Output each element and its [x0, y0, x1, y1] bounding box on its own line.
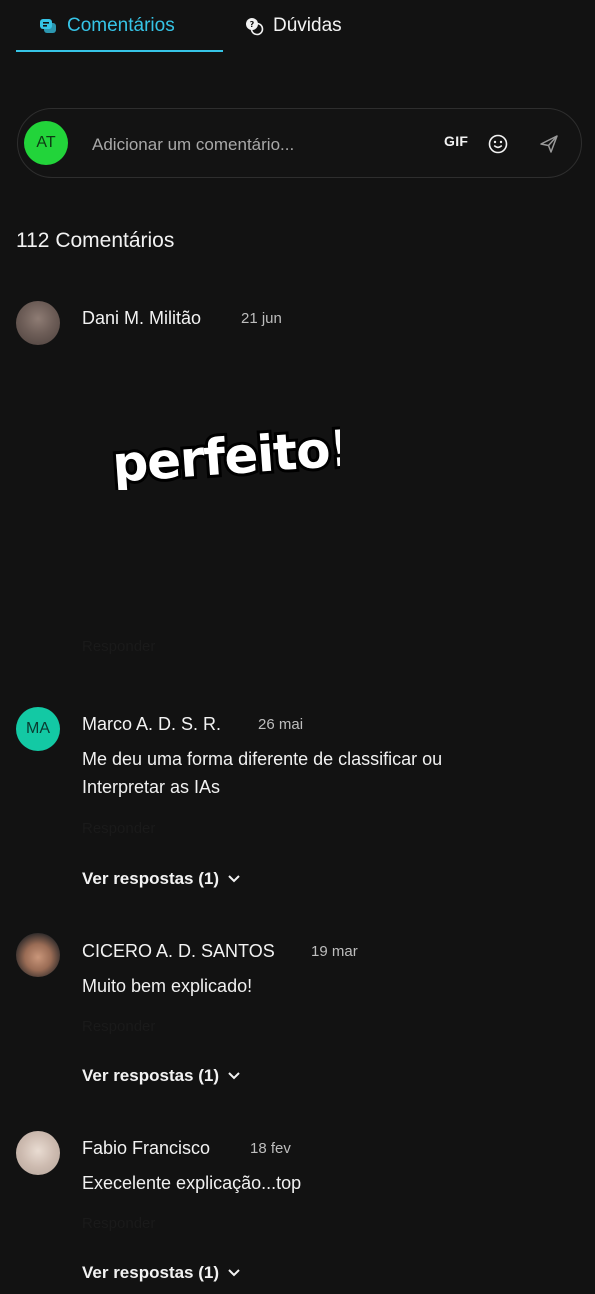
send-icon[interactable] — [538, 133, 560, 155]
reply-button[interactable]: Responder — [82, 1018, 155, 1035]
tab-label: Dúvidas — [273, 15, 342, 36]
chevron-down-icon — [228, 1269, 240, 1277]
comment-body: Execelente explicação...top — [82, 1173, 302, 1193]
comment-body: Muito bem explicado! — [82, 976, 253, 996]
reply-button[interactable]: Responder — [82, 638, 155, 655]
comment-input[interactable] — [90, 131, 414, 159]
chat-bubbles-icon — [40, 19, 56, 33]
tab-bar: Comentários ? Dúvidas — [0, 0, 595, 54]
comment-author: CICERO A. D. SANTOS — [82, 941, 275, 961]
smiley-icon[interactable] — [487, 133, 509, 155]
comments-count-heading: 112 Comentários — [16, 229, 175, 252]
comment-author: Marco A. D. S. R. — [82, 714, 222, 734]
active-tab-indicator — [16, 50, 223, 52]
avatar: MA — [16, 707, 60, 751]
comment-composer: AT GIF — [17, 108, 582, 178]
svg-text:?: ? — [250, 20, 255, 29]
reply-button[interactable]: Responder — [82, 820, 155, 837]
avatar — [16, 933, 60, 977]
chevron-down-icon — [228, 875, 240, 883]
tab-comentarios[interactable]: Comentários — [38, 0, 175, 52]
comment-date: 18 fev — [250, 1140, 291, 1157]
comment-body: Me deu uma forma diferente de classifica… — [82, 749, 443, 797]
view-replies-button[interactable]: Ver respostas (1) — [82, 1263, 241, 1283]
avatar — [16, 1131, 60, 1175]
tab-duvidas[interactable]: ? Dúvidas — [244, 0, 342, 52]
comment-date: 19 mar — [311, 943, 358, 960]
user-avatar: AT — [24, 121, 68, 165]
gif-sticker-image: perfeito! — [108, 420, 340, 490]
gif-button[interactable]: GIF — [444, 133, 468, 149]
comment-author: Fabio Francisco — [82, 1138, 211, 1158]
comment-date: 26 mai — [258, 716, 304, 733]
view-replies-button[interactable]: Ver respostas (1) — [82, 869, 241, 889]
gif-text: perfeito! — [110, 420, 340, 490]
view-replies-button[interactable]: Ver respostas (1) — [82, 1066, 241, 1086]
tab-label: Comentários — [67, 15, 175, 36]
chevron-down-icon — [228, 1072, 240, 1080]
avatar — [16, 301, 60, 345]
reply-button[interactable]: Responder — [82, 1215, 155, 1232]
comment-date: 21 jun — [241, 310, 282, 327]
comment-author: Dani M. Militão — [82, 308, 202, 328]
question-bubbles-icon: ? — [246, 18, 264, 36]
